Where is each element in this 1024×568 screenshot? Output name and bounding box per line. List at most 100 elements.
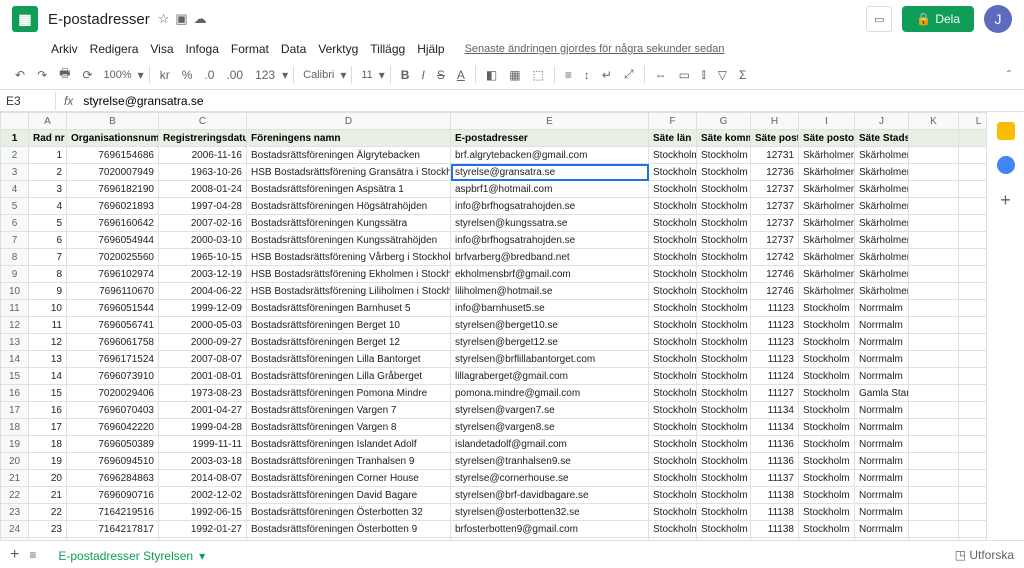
- doc-title[interactable]: E-postadresser: [48, 11, 150, 28]
- col-header[interactable]: J: [855, 113, 909, 130]
- row-header[interactable]: 13: [1, 334, 29, 351]
- table-row[interactable]: 4376961821902008-01-24Bostadsrättsföreni…: [1, 181, 987, 198]
- fill-color-button[interactable]: ◧: [481, 65, 502, 85]
- table-row[interactable]: 161570200294061973-08-23Bostadsrättsföre…: [1, 385, 987, 402]
- sheets-logo[interactable]: ▦: [12, 6, 38, 32]
- table-row[interactable]: 191876960503891999-11-11Bostadsrättsföre…: [1, 436, 987, 453]
- col-header[interactable]: L: [959, 113, 987, 130]
- merge-button[interactable]: ⬚: [528, 65, 549, 85]
- table-row[interactable]: 252476960007641993-12-10Bostadsrättsföre…: [1, 538, 987, 541]
- table-row[interactable]: 141376961715242007-08-07Bostadsrättsföre…: [1, 351, 987, 368]
- filter-button[interactable]: ▽: [713, 65, 732, 85]
- row-header[interactable]: 16: [1, 385, 29, 402]
- italic-button[interactable]: I: [416, 65, 429, 85]
- halign-button[interactable]: ≡: [560, 65, 577, 85]
- row-header[interactable]: 15: [1, 368, 29, 385]
- redo-button[interactable]: ↷: [32, 65, 52, 85]
- row-header[interactable]: 4: [1, 181, 29, 198]
- col-header[interactable]: [1, 113, 29, 130]
- add-sheet-button[interactable]: +: [10, 546, 19, 564]
- col-header[interactable]: D: [247, 113, 451, 130]
- table-row[interactable]: 232271642195161992-06-15Bostadsrättsföre…: [1, 504, 987, 521]
- table-row[interactable]: 6576961606422007-02-16Bostadsrättsföreni…: [1, 215, 987, 232]
- zoom-select[interactable]: 100%: [100, 67, 136, 83]
- row-header[interactable]: 11: [1, 300, 29, 317]
- row-header[interactable]: 6: [1, 215, 29, 232]
- font-size-select[interactable]: 11: [357, 67, 376, 83]
- add-addon-button[interactable]: +: [1000, 190, 1011, 211]
- menu-infoga[interactable]: Infoga: [181, 40, 224, 58]
- cloud-icon[interactable]: ☁: [194, 11, 207, 27]
- table-row[interactable]: 181776960422201999-04-28Bostadsrättsföre…: [1, 419, 987, 436]
- col-header[interactable]: B: [67, 113, 159, 130]
- keep-icon[interactable]: [997, 122, 1015, 140]
- row-header[interactable]: 19: [1, 436, 29, 453]
- col-header[interactable]: C: [159, 113, 247, 130]
- more-formats-button[interactable]: 123: [250, 65, 280, 85]
- row-header[interactable]: 21: [1, 470, 29, 487]
- table-row[interactable]: 171676960704032001-04-27Bostadsrättsföre…: [1, 402, 987, 419]
- col-header[interactable]: A: [29, 113, 67, 130]
- currency-button[interactable]: kr: [155, 65, 175, 85]
- col-header[interactable]: I: [799, 113, 855, 130]
- row-header[interactable]: 20: [1, 453, 29, 470]
- menu-format[interactable]: Format: [226, 40, 274, 58]
- table-row[interactable]: 151476960739102001-08-01Bostadsrättsföre…: [1, 368, 987, 385]
- borders-button[interactable]: ▦: [504, 65, 525, 85]
- font-select[interactable]: Calibri: [299, 67, 338, 83]
- menu-data[interactable]: Data: [276, 40, 311, 58]
- table-row[interactable]: 201976960945102003-03-18Bostadsrättsföre…: [1, 453, 987, 470]
- table-row[interactable]: 8770200255601965-10-15HSB Bostadsrättsfö…: [1, 249, 987, 266]
- rotate-button[interactable]: ⤢: [619, 64, 639, 85]
- table-row[interactable]: 111076960515441999-12-09Bostadsrättsföre…: [1, 300, 987, 317]
- row-header[interactable]: 7: [1, 232, 29, 249]
- decrease-dec-button[interactable]: .0: [199, 65, 219, 85]
- percent-button[interactable]: %: [177, 65, 198, 85]
- menu-visa[interactable]: Visa: [145, 40, 178, 58]
- col-header[interactable]: K: [909, 113, 959, 130]
- strike-button[interactable]: S: [432, 65, 450, 85]
- table-row[interactable]: 242371642178171992-01-27Bostadsrättsföre…: [1, 521, 987, 538]
- account-avatar[interactable]: J: [984, 5, 1012, 33]
- paint-format-button[interactable]: ⟳: [77, 65, 97, 85]
- sheet-tab[interactable]: E-postadresser Styrelsen ▾: [46, 543, 217, 567]
- undo-button[interactable]: ↶: [10, 65, 30, 85]
- col-header[interactable]: F: [649, 113, 697, 130]
- col-header[interactable]: E: [451, 113, 649, 130]
- row-header[interactable]: 23: [1, 504, 29, 521]
- text-color-button[interactable]: A: [452, 65, 470, 85]
- increase-dec-button[interactable]: .00: [221, 65, 248, 85]
- table-row[interactable]: 121176960567412000-05-03Bostadsrättsföre…: [1, 317, 987, 334]
- formula-input[interactable]: [81, 92, 1024, 110]
- table-row[interactable]: 131276960617582000-09-27Bostadsrättsföre…: [1, 334, 987, 351]
- col-header[interactable]: G: [697, 113, 751, 130]
- comment-button[interactable]: ▭: [674, 65, 695, 85]
- functions-button[interactable]: Σ: [734, 65, 751, 85]
- explore-button[interactable]: ◳ Utforska: [955, 548, 1014, 562]
- table-row[interactable]: 222176960907162002-12-02Bostadsrättsföre…: [1, 487, 987, 504]
- row-header[interactable]: 24: [1, 521, 29, 538]
- row-header[interactable]: 9: [1, 266, 29, 283]
- tasks-icon[interactable]: [997, 156, 1015, 174]
- move-icon[interactable]: ▣: [175, 11, 187, 27]
- chart-button[interactable]: ⫾: [697, 64, 711, 85]
- print-button[interactable]: 🖶: [54, 61, 75, 88]
- table-row[interactable]: 10976961106702004-06-22HSB Bostadsrättsf…: [1, 283, 987, 300]
- share-button[interactable]: 🔒 Dela: [902, 6, 974, 32]
- table-row[interactable]: 3270200079491963-10-26HSB Bostadsrättsfö…: [1, 164, 987, 181]
- menu-verktyg[interactable]: Verktyg: [313, 40, 363, 58]
- collapse-toolbar-button[interactable]: ˆ: [1002, 65, 1016, 85]
- table-row[interactable]: 2176961546862006-11-16Bostadsrättsföreni…: [1, 147, 987, 164]
- menu-redigera[interactable]: Redigera: [85, 40, 144, 58]
- row-header[interactable]: 2: [1, 147, 29, 164]
- row-header[interactable]: 8: [1, 249, 29, 266]
- row-header[interactable]: 12: [1, 317, 29, 334]
- table-row[interactable]: 9876961029742003-12-19HSB Bostadsrättsfö…: [1, 266, 987, 283]
- row-header[interactable]: 10: [1, 283, 29, 300]
- menu-tillägg[interactable]: Tillägg: [365, 40, 410, 58]
- row-header[interactable]: 14: [1, 351, 29, 368]
- spreadsheet-grid[interactable]: ABCDEFGHIJKL1Rad nrOrganisationsnummerRe…: [0, 112, 986, 540]
- col-header[interactable]: H: [751, 113, 799, 130]
- row-header[interactable]: 25: [1, 538, 29, 541]
- menu-hjälp[interactable]: Hjälp: [412, 40, 449, 58]
